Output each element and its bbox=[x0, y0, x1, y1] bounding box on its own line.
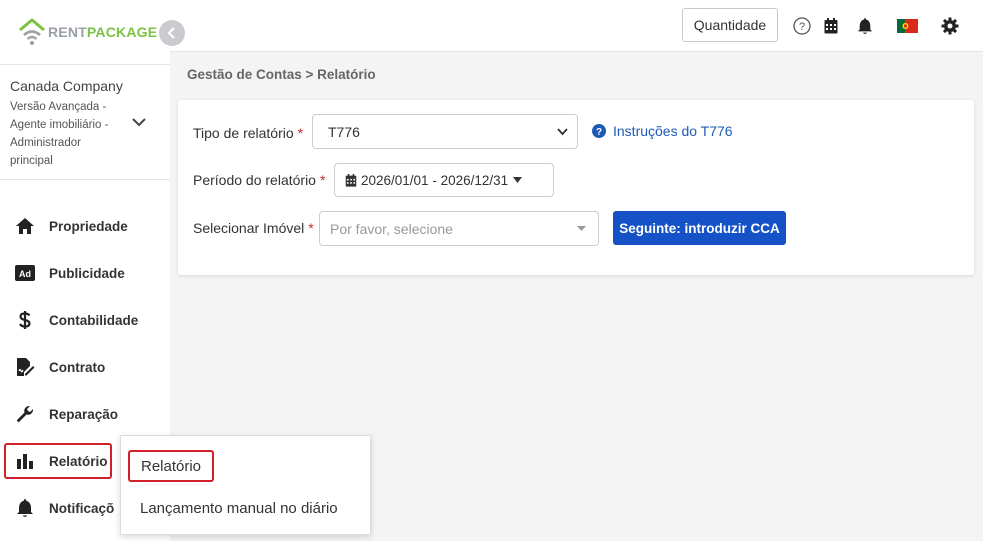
svg-text:?: ? bbox=[799, 21, 805, 33]
dollar-icon bbox=[14, 309, 36, 331]
submenu-item-relatorio[interactable]: Relatório bbox=[128, 450, 215, 482]
bar-chart-icon bbox=[14, 450, 36, 472]
company-role-line: Versão Avançada - bbox=[10, 101, 107, 113]
sidebar-item-publicidade[interactable]: Ad Publicidade bbox=[4, 255, 164, 291]
help-icon[interactable]: ? bbox=[792, 16, 812, 36]
instructions-link[interactable]: ? Instruções do T776 bbox=[592, 123, 733, 139]
home-icon bbox=[14, 215, 36, 237]
submenu-item-manual-journal-entry[interactable]: Lançamento manual no diário bbox=[140, 492, 338, 524]
sidebar-item-contrato[interactable]: Contrato bbox=[4, 349, 164, 385]
collapse-sidebar-button[interactable] bbox=[159, 20, 185, 46]
required-mark: * bbox=[297, 125, 304, 141]
report-type-label: Tipo de relatório * bbox=[193, 125, 303, 141]
topbar: Quantidade ? bbox=[170, 0, 983, 52]
logo-text-package: PACKAGE bbox=[86, 24, 158, 40]
sidebar-item-label: Publicidade bbox=[49, 265, 125, 281]
company-role-line: Administrador bbox=[10, 137, 81, 149]
period-label-text: Período do relatório bbox=[193, 172, 316, 188]
sidebar-item-label: Propriedade bbox=[49, 218, 128, 234]
sidebar-item-label: Reparação bbox=[49, 406, 119, 422]
required-mark: * bbox=[308, 220, 314, 236]
sidebar-item-label: Relatório bbox=[49, 453, 108, 469]
caret-down-icon bbox=[513, 177, 523, 183]
bell-icon[interactable] bbox=[855, 16, 875, 36]
breadcrumb: Gestão de Contas > Relatório bbox=[187, 67, 376, 82]
property-label-text: Selecionar Imóvel bbox=[193, 220, 305, 236]
period-value: 2026/01/01 - 2026/12/31 bbox=[361, 172, 509, 188]
report-submenu: Relatório Lançamento manual no diário bbox=[120, 435, 371, 535]
next-enter-cca-button[interactable]: Seguinte: introduzir CCA bbox=[613, 211, 786, 245]
report-form-card: Tipo de relatório * T776 ? Instruções do … bbox=[178, 100, 974, 275]
property-label: Selecionar Imóvel * bbox=[193, 220, 314, 236]
required-mark: * bbox=[319, 172, 326, 188]
logo-text-rent: RENT bbox=[48, 24, 87, 40]
ad-icon: Ad bbox=[14, 262, 36, 284]
logo-icon bbox=[19, 18, 45, 45]
caret-down-icon bbox=[577, 226, 586, 231]
calendar-icon bbox=[345, 173, 357, 187]
help-circle-icon: ? bbox=[592, 124, 606, 138]
wrench-icon bbox=[14, 403, 36, 425]
quantity-button[interactable]: Quantidade bbox=[682, 8, 778, 42]
company-role-line: Agente imobiliário - bbox=[10, 119, 109, 131]
period-picker[interactable]: 2026/01/01 - 2026/12/31 bbox=[334, 163, 554, 197]
calendar-icon[interactable] bbox=[821, 16, 841, 36]
company-role: Versão Avançada - Agente imobiliário - A… bbox=[10, 98, 125, 170]
gear-icon[interactable] bbox=[940, 16, 960, 36]
sidebar-item-propriedade[interactable]: Propriedade bbox=[4, 208, 164, 244]
contract-sign-icon bbox=[14, 356, 36, 378]
report-type-select[interactable]: T776 bbox=[312, 114, 578, 149]
bell-icon bbox=[14, 497, 36, 519]
company-switcher[interactable]: Canada Company Versão Avançada - Agente … bbox=[0, 66, 170, 180]
sidebar-item-label: Notificaçõ bbox=[49, 500, 115, 516]
company-role-line: principal bbox=[10, 155, 53, 167]
period-label: Período do relatório * bbox=[193, 172, 325, 188]
sidebar-item-label: Contrato bbox=[49, 359, 106, 375]
report-type-value: T776 bbox=[328, 123, 360, 140]
portugal-flag-icon[interactable] bbox=[896, 16, 918, 36]
svg-text:Ad: Ad bbox=[19, 269, 31, 279]
chevron-left-icon bbox=[167, 27, 175, 39]
sidebar-item-relatorio[interactable]: Relatório bbox=[4, 443, 112, 479]
logo-text: RENTPACKAGE bbox=[48, 24, 157, 40]
sidebar-item-contabilidade[interactable]: Contabilidade bbox=[4, 302, 164, 338]
sidebar-item-reparacao[interactable]: Reparação bbox=[4, 396, 164, 432]
svg-text:?: ? bbox=[596, 127, 602, 138]
report-type-label-text: Tipo de relatório bbox=[193, 125, 294, 141]
property-placeholder: Por favor, selecione bbox=[330, 220, 453, 237]
chevron-down-icon bbox=[557, 128, 568, 136]
chevron-down-icon[interactable] bbox=[131, 116, 147, 128]
instructions-link-text: Instruções do T776 bbox=[613, 123, 733, 139]
logo-area: RENTPACKAGE bbox=[0, 0, 170, 65]
sidebar-item-label: Contabilidade bbox=[49, 312, 139, 328]
property-select[interactable]: Por favor, selecione bbox=[319, 211, 599, 246]
company-name: Canada Company bbox=[10, 78, 123, 94]
